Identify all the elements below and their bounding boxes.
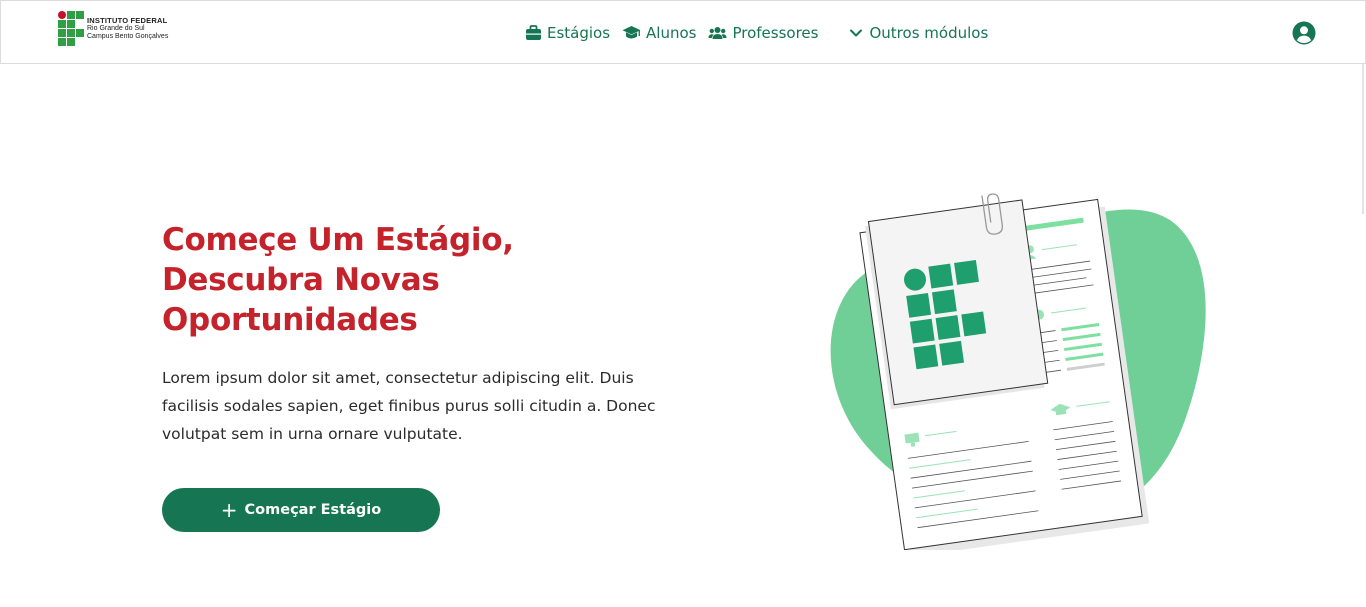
nav-label-estagios: Estágios	[547, 24, 611, 42]
hero-description-line-2: facilisis sodales sapien, eget finibus p…	[162, 397, 656, 415]
hero-title-line-1: Começe Um Estágio,	[162, 222, 514, 258]
page-scrollbar[interactable]	[1362, 64, 1364, 214]
top-navbar: INSTITUTO FEDERAL Rio Grande do Sul Camp…	[0, 0, 1366, 64]
main-nav: Estágios Alunos Professores Outros módul…	[525, 21, 988, 45]
logo-mark	[58, 11, 84, 46]
hero-title-line-3: Oportunidades	[162, 302, 418, 338]
document-with-logo-illustration	[810, 190, 1220, 557]
hero-description: Lorem ipsum dolor sit amet, consectetur …	[162, 364, 662, 448]
user-account-button[interactable]	[1292, 21, 1316, 45]
logo-line-3: Campus Bento Gonçalves	[87, 32, 169, 40]
hero-title-line-2: Descubra Novas	[162, 262, 440, 298]
nav-item-outros-modulos[interactable]: Outros módulos	[848, 24, 988, 42]
briefcase-icon	[526, 25, 541, 40]
nav-item-professores[interactable]: Professores	[708, 24, 818, 42]
graduation-cap-icon	[622, 26, 641, 39]
plus-icon: +	[220, 498, 238, 522]
nav-label-outros-modulos: Outros módulos	[869, 24, 989, 42]
logo-line-2: Rio Grande do Sul	[87, 24, 145, 32]
institute-logo[interactable]: INSTITUTO FEDERAL Rio Grande do Sul Camp…	[58, 11, 168, 46]
hero-description-line-1: Lorem ipsum dolor sit amet, consectetur …	[162, 369, 634, 387]
hero-title: Começe Um Estágio, Descubra Novas Oportu…	[162, 220, 582, 340]
logo-line-1: INSTITUTO FEDERAL	[87, 15, 168, 25]
document-illustration-svg	[830, 193, 1206, 557]
start-internship-label: Começar Estágio	[244, 502, 382, 518]
chevron-down-icon	[850, 29, 863, 37]
hero-description-line-3: volutpat sem in urna ornare vulputate.	[162, 425, 463, 443]
nav-label-alunos: Alunos	[646, 24, 697, 42]
nav-item-estagios[interactable]: Estágios	[525, 24, 610, 42]
nav-item-alunos[interactable]: Alunos	[622, 24, 696, 42]
start-internship-button[interactable]: + Começar Estágio	[162, 488, 440, 532]
nav-label-professores: Professores	[732, 24, 819, 42]
user-circle-icon	[1292, 21, 1316, 45]
users-icon	[708, 27, 727, 39]
logo-text: INSTITUTO FEDERAL Rio Grande do Sul Camp…	[87, 15, 169, 41]
